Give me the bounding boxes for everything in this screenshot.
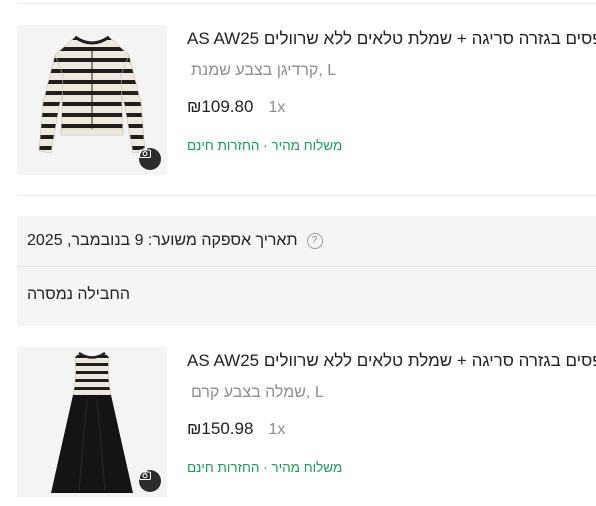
product-image-cardigan[interactable]: [17, 25, 167, 175]
product-price: ₪150.98: [187, 419, 254, 438]
camera-icon[interactable]: [139, 470, 161, 492]
estimated-delivery-date: תאריך אספקה משוער: 9 בנובמבר, 2025: [27, 232, 298, 249]
price-row: ₪109.80 1x: [187, 97, 285, 117]
delivery-status: החבילה נמסרה: [27, 286, 131, 303]
product-variant: קרדיגן בצבע שמנת, L: [191, 62, 337, 79]
product-variant: שמלה בצבע קרם, L: [191, 384, 324, 401]
product-quantity: 1x: [268, 421, 286, 438]
delivery-panel: תאריך אספקה משוער: 9 בנובמבר, 2025 ? החב…: [17, 216, 596, 326]
camera-icon[interactable]: [139, 148, 161, 170]
shipping-badges: משלוח מהיר · החזרות חינם: [187, 460, 343, 475]
order-item-dress[interactable]: AS AW25 פסים בגזרה סריגה + שמלת טלאים לל…: [17, 347, 596, 499]
shipping-badges: משלוח מהיר · החזרות חינם: [187, 138, 343, 153]
section-divider: [18, 195, 596, 196]
product-quantity: 1x: [268, 99, 286, 116]
delivery-divider: [17, 266, 596, 267]
product-price: ₪109.80: [187, 97, 254, 116]
order-item-cardigan[interactable]: AS AW25 פסים בגזרה סריגה + שמלת טלאים לל…: [17, 25, 596, 177]
product-title[interactable]: AS AW25 פסים בגזרה סריגה + שמלת טלאים לל…: [187, 29, 596, 49]
product-image-dress[interactable]: [17, 347, 167, 497]
price-row: ₪150.98 1x: [187, 419, 285, 439]
info-icon[interactable]: ?: [306, 233, 323, 249]
product-title[interactable]: AS AW25 פסים בגזרה סריגה + שמלת טלאים לל…: [187, 351, 596, 371]
top-divider: [18, 3, 596, 4]
delivery-header: תאריך אספקה משוער: 9 בנובמבר, 2025 ?: [27, 230, 323, 252]
